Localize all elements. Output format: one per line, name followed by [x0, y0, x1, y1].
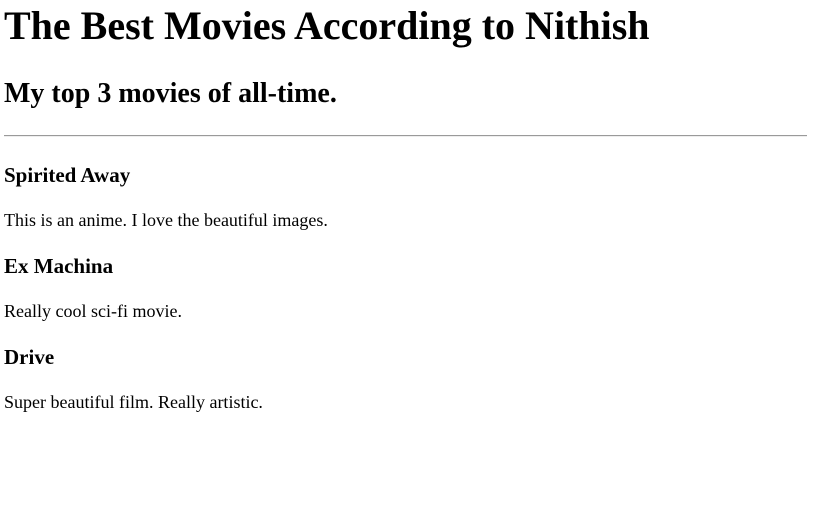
movie-entry: Ex Machina Really cool sci-fi movie.: [4, 253, 807, 322]
movie-title: Spirited Away: [4, 163, 131, 187]
page-content: The Best Movies According to Nithish My …: [0, 0, 815, 413]
movie-entry: Drive Super beautiful film. Really artis…: [4, 344, 807, 413]
movie-description: This is an anime. I love the beautiful i…: [4, 210, 328, 230]
page-title: The Best Movies According to Nithish: [4, 3, 650, 48]
page-subtitle: My top 3 movies of all-time.: [4, 78, 337, 109]
movie-title: Drive: [4, 345, 55, 369]
movie-description: Really cool sci-fi movie.: [4, 301, 182, 321]
divider: [4, 135, 807, 137]
movie-title: Ex Machina: [4, 254, 114, 278]
movie-entry: Spirited Away This is an anime. I love t…: [4, 162, 807, 231]
movie-description: Super beautiful film. Really artistic.: [4, 392, 263, 412]
